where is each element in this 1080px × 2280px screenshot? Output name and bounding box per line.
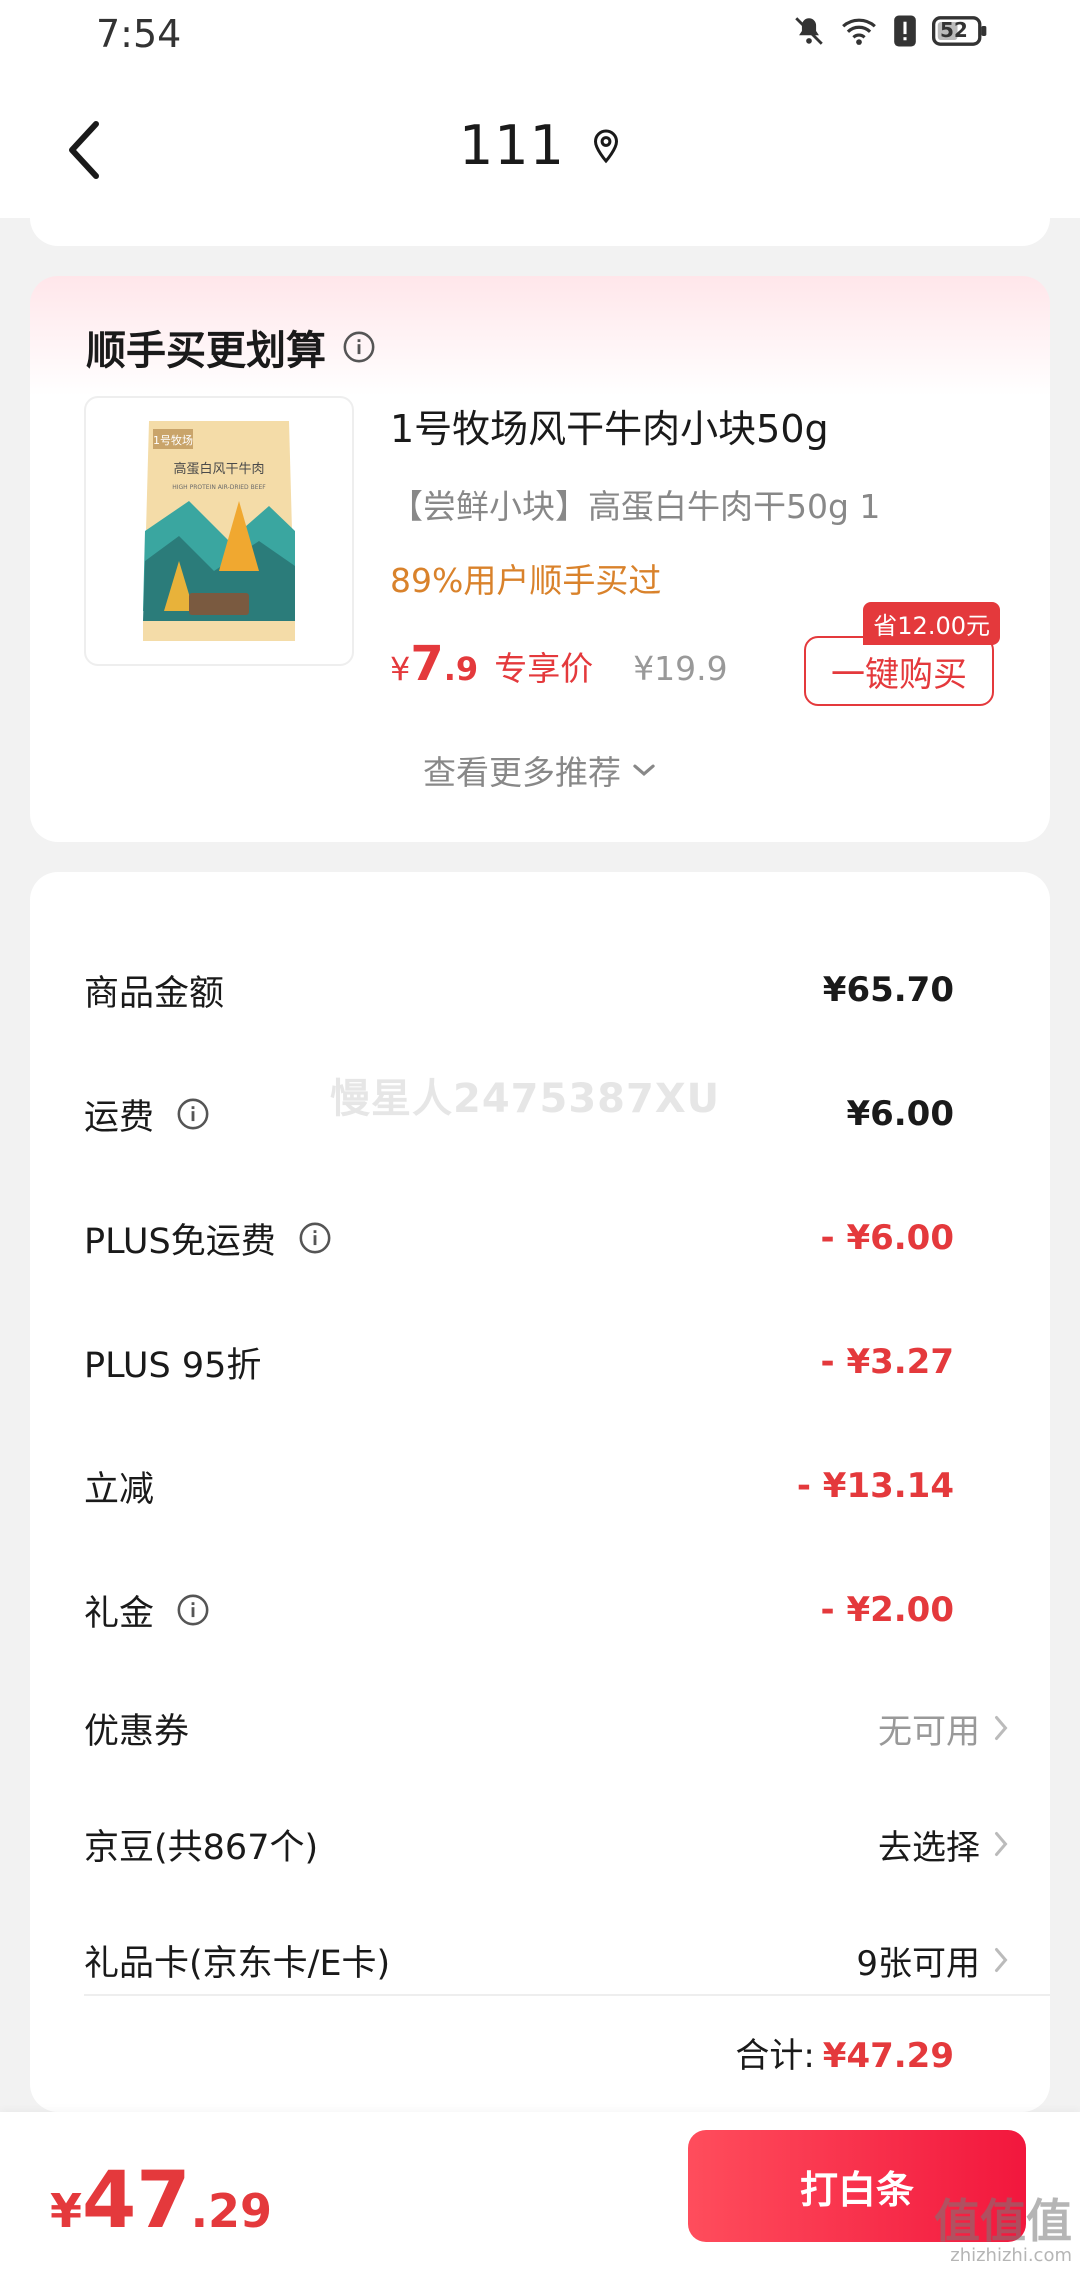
chevron-right-icon: [995, 1832, 1008, 1856]
summary-label: 优惠券: [84, 1703, 189, 1754]
previous-card-remnant: [30, 190, 1050, 246]
plus-free-shipping-value: - ¥6.00: [820, 1218, 955, 1258]
site-watermark: 值值值 zhizhizhi.com: [934, 2196, 1072, 2266]
wifi-icon: [840, 14, 878, 48]
plus-discount-value: - ¥3.27: [820, 1342, 955, 1382]
final-price-integer: 47: [82, 2156, 191, 2246]
summary-row-plus-discount: PLUS 95折 - ¥3.27: [84, 1332, 954, 1392]
final-price: ¥ 47 .29: [50, 2156, 272, 2246]
summary-divider: [84, 1994, 1050, 1996]
site-watermark-url: zhizhizhi.com: [950, 2245, 1072, 2266]
product-thumbnail[interactable]: 1号牧场 高蛋白风干牛肉 HIGH PROTEIN AIR-DRIED BEEF: [84, 396, 354, 666]
summary-label: 运费: [84, 1089, 210, 1140]
recommendation-title: 顺手买更划算: [86, 328, 326, 374]
order-summary-card: 商品金额 ¥65.70 运费 ¥6.00 PLUS免运费 - ¥6.00 PLU…: [30, 872, 1050, 2112]
summary-label: 京豆(共867个): [84, 1819, 318, 1870]
product-social-proof: 89%用户顺手买过: [390, 561, 662, 600]
summary-row-jd-beans[interactable]: 京豆(共867个) 去选择: [84, 1814, 1010, 1874]
title-wrap[interactable]: 111: [0, 114, 1080, 177]
chevron-down-icon: [633, 764, 655, 776]
summary-row-gift-money: 礼金 - ¥2.00: [84, 1580, 954, 1640]
gift-money-value: - ¥2.00: [820, 1590, 955, 1630]
total-label: 合计:: [735, 2036, 815, 2076]
battery-level: 52: [940, 18, 968, 42]
status-bar: 7:54 52: [0, 0, 1080, 78]
goods-amount-value: ¥65.70: [822, 970, 954, 1010]
jd-beans-label: 京豆(共867个): [84, 1827, 319, 1868]
page-title: 111: [458, 114, 566, 177]
product-name[interactable]: 1号牧场风干牛肉小块50g: [390, 398, 829, 453]
summary-label: 立减: [84, 1461, 154, 1512]
price-integer: 7: [410, 636, 444, 692]
summary-label: 礼金: [84, 1585, 210, 1636]
summary-row-gift-card[interactable]: 礼品卡(京东卡/E卡) 9张可用: [84, 1930, 1010, 1990]
gift-card-label: 礼品卡(京东卡/E卡): [84, 1943, 391, 1984]
recommendation-header: 顺手买更划算: [86, 318, 376, 376]
goods-amount-label: 商品金额: [84, 973, 225, 1014]
plus-free-shipping-label: PLUS免运费: [84, 1221, 276, 1262]
plus-discount-label: PLUS 95折: [84, 1345, 262, 1386]
summary-label: PLUS 95折: [84, 1337, 261, 1388]
total-value: ¥47.29: [822, 2036, 954, 2076]
alert-icon: [892, 14, 918, 48]
recommendation-card: 顺手买更划算 1号牧场 高蛋白风干牛肉 HIGH PROTEIN AIR-DRI…: [30, 276, 1050, 842]
one-click-buy-button[interactable]: 一键购买: [804, 636, 994, 706]
status-icons: 52: [792, 14, 988, 48]
product-description: 【尝鲜小块】高蛋白牛肉干50g 1: [390, 487, 881, 526]
price-tag: 专享价: [494, 649, 594, 688]
buy-wrap: 省12.00元 一键购买: [804, 602, 1000, 706]
shipping-value: ¥6.00: [846, 1094, 954, 1134]
gift-card-value: 9张可用: [856, 1943, 980, 1984]
jd-beans-link[interactable]: 去选择: [878, 1820, 1010, 1869]
battery-icon: 52: [932, 14, 988, 48]
summary-row-goods-amount: 商品金额 ¥65.70: [84, 960, 954, 1020]
watermark: 慢星人2475387XU: [330, 1076, 721, 1122]
original-price: ¥19.9: [633, 649, 728, 688]
bottom-bar: ¥ 47 .29 打白条 值值值 zhizhizhi.com: [0, 2112, 1080, 2280]
package-subtitle: HIGH PROTEIN AIR-DRIED BEEF: [172, 484, 266, 491]
coupon-label: 优惠券: [84, 1711, 190, 1752]
instant-reduction-value: - ¥13.14: [796, 1466, 954, 1506]
summary-label: 商品金额: [84, 965, 224, 1016]
jd-beans-value: 去选择: [878, 1827, 980, 1868]
package-brand: 1号牧场: [153, 433, 193, 447]
save-badge: 省12.00元: [863, 602, 1000, 645]
info-icon[interactable]: [342, 330, 376, 364]
shipping-label: 运费: [84, 1097, 155, 1138]
chevron-right-icon: [995, 1716, 1008, 1740]
product-price-row: ¥ 7 .9 专享价 ¥19.9: [390, 636, 728, 692]
status-time: 7:54: [96, 12, 182, 56]
coupon-link[interactable]: 无可用: [878, 1704, 1010, 1753]
summary-row-plus-free-shipping: PLUS免运费 - ¥6.00: [84, 1208, 954, 1268]
more-recommendations-link[interactable]: 查看更多推荐: [30, 746, 1050, 794]
info-icon[interactable]: [176, 1593, 210, 1627]
site-watermark-logo: 值值值: [934, 2194, 1072, 2248]
gift-money-label: 礼金: [84, 1593, 155, 1634]
instant-reduction-label: 立减: [84, 1469, 155, 1510]
beef-jerky-package-image: 1号牧场 高蛋白风干牛肉 HIGH PROTEIN AIR-DRIED BEEF: [143, 421, 295, 641]
package-title: 高蛋白风干牛肉: [173, 461, 264, 477]
summary-label: 礼品卡(京东卡/E卡): [84, 1935, 390, 1986]
summary-row-coupon[interactable]: 优惠券 无可用: [84, 1698, 1010, 1758]
summary-row-instant-reduction: 立减 - ¥13.14: [84, 1456, 954, 1516]
mute-icon: [792, 14, 826, 48]
more-recommendations-label: 查看更多推荐: [423, 753, 621, 792]
final-price-decimal: .29: [190, 2184, 273, 2238]
final-price-symbol: ¥: [50, 2184, 83, 2238]
chevron-right-icon: [995, 1948, 1008, 1972]
gift-card-link[interactable]: 9张可用: [856, 1936, 1010, 1985]
checkout-page: 7:54 52 111 顺手买更划算 1号牧场 高蛋白风干牛肉 HIGH PRO…: [0, 0, 1080, 2280]
price-symbol: ¥: [390, 650, 411, 688]
total-row: 合计: ¥47.29: [735, 2028, 954, 2077]
summary-label: PLUS免运费: [84, 1213, 332, 1264]
info-icon[interactable]: [176, 1097, 210, 1131]
location-icon: [594, 128, 619, 163]
price-decimal: .9: [443, 650, 479, 688]
coupon-value: 无可用: [878, 1711, 980, 1752]
info-icon[interactable]: [298, 1221, 332, 1255]
